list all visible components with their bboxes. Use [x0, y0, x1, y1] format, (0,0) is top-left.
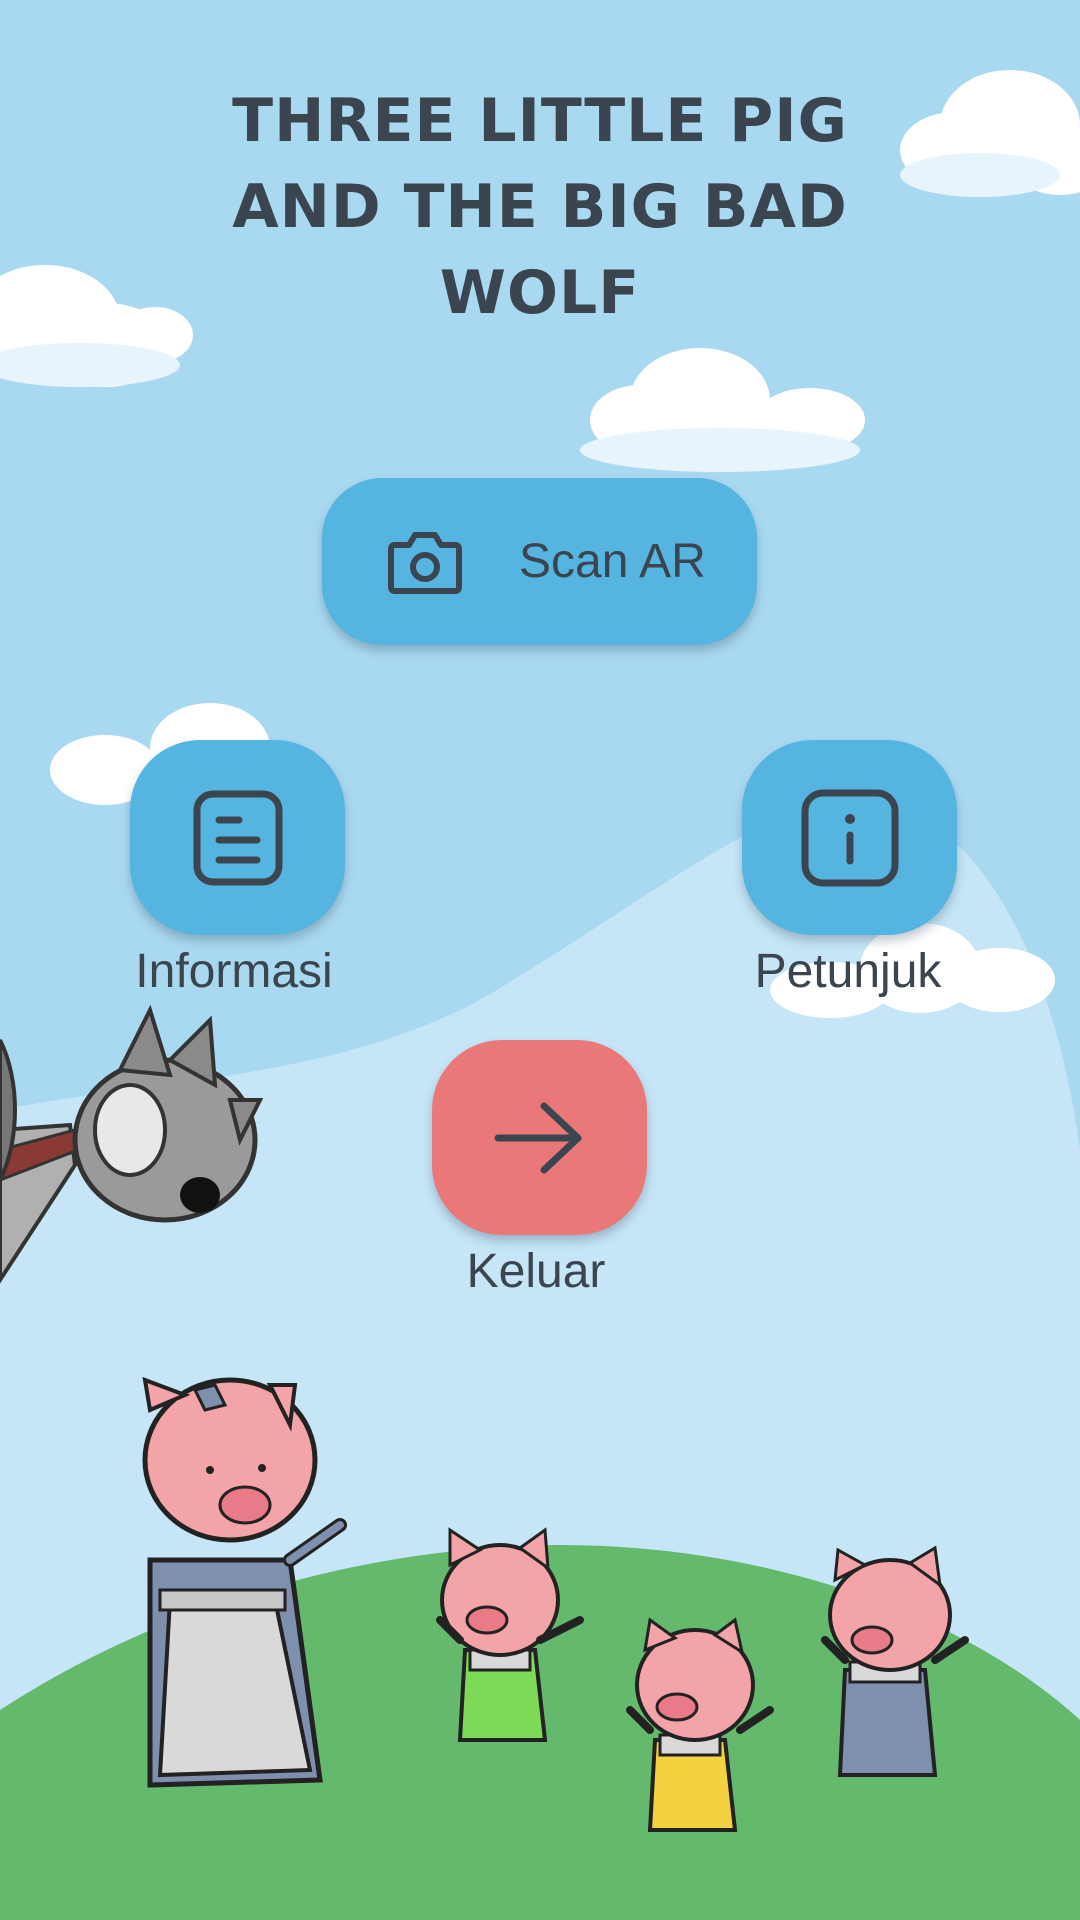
title-line-3: WOLF	[439, 258, 641, 328]
arrow-right-icon	[494, 1102, 581, 1173]
scan-ar-button[interactable]: Scan AR	[322, 478, 757, 645]
keluar-label: Keluar	[466, 1245, 606, 1298]
info-icon	[801, 789, 898, 886]
title-line-2: AND THE BIG BAD	[232, 172, 848, 242]
scan-ar-label: Scan AR	[519, 535, 706, 588]
camera-icon	[388, 531, 462, 594]
keluar-button[interactable]	[432, 1040, 647, 1235]
petunjuk-button[interactable]	[742, 740, 957, 935]
petunjuk-label: Petunjuk	[754, 945, 942, 998]
page-title: THREE LITTLE PIG AND THE BIG BAD WOLF	[140, 78, 940, 336]
title-line-1: THREE LITTLE PIG	[232, 86, 848, 156]
informasi-button[interactable]	[130, 740, 345, 935]
document-icon	[193, 790, 282, 885]
informasi-label: Informasi	[135, 945, 333, 998]
